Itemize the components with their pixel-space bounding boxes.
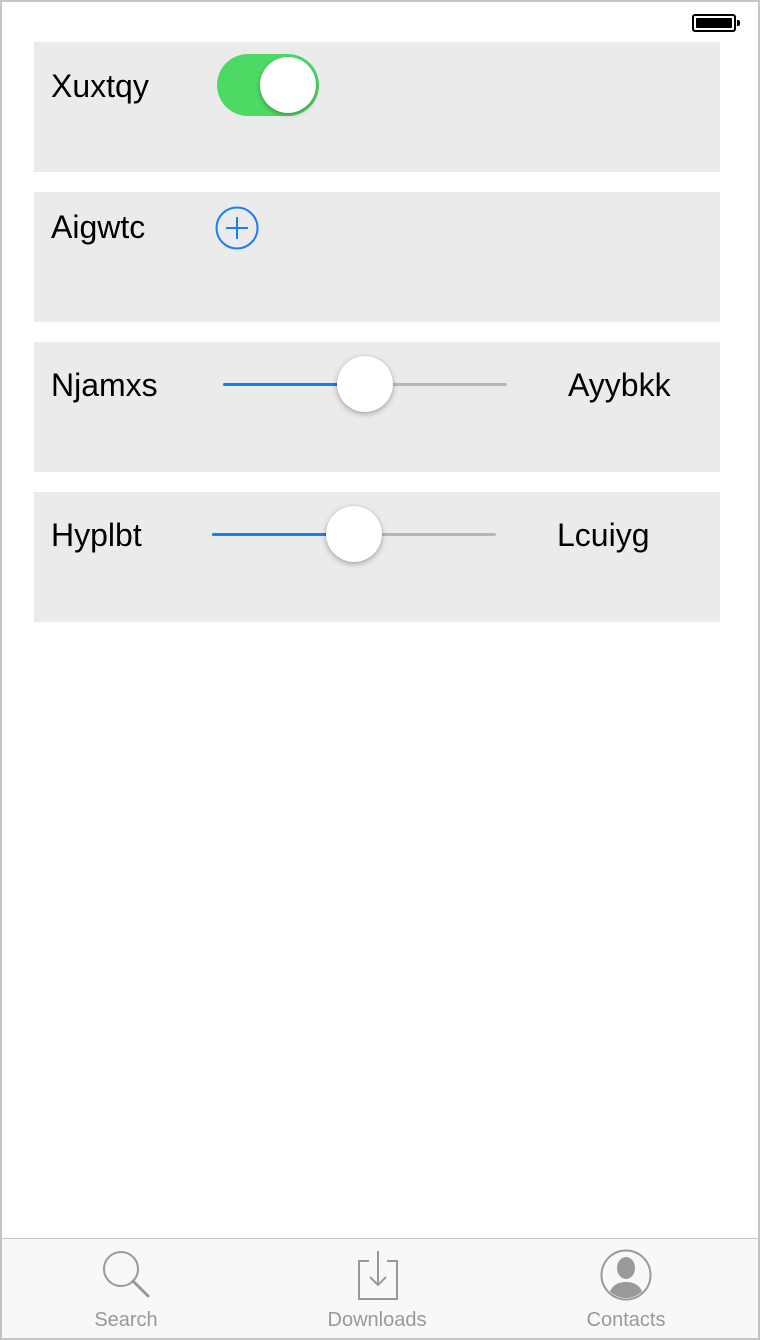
row-add: Aigwtc bbox=[34, 192, 720, 322]
row-toggle: Xuxtqy bbox=[34, 42, 720, 172]
tab-contacts[interactable]: Contacts bbox=[526, 1239, 726, 1338]
row-label: Hyplbt bbox=[51, 517, 142, 553]
tab-downloads[interactable]: Downloads bbox=[277, 1239, 477, 1338]
row-label: Njamxs bbox=[51, 367, 158, 403]
tab-label: Downloads bbox=[327, 1309, 427, 1331]
slider-thumb[interactable] bbox=[326, 506, 382, 562]
contact-icon bbox=[600, 1249, 652, 1301]
tab-bar: Search Downloads Contacts bbox=[2, 1238, 758, 1338]
battery-tip bbox=[737, 20, 740, 26]
tab-label: Search bbox=[94, 1309, 158, 1331]
row-slider-1: Njamxs Ayybkk bbox=[34, 342, 720, 472]
toggle-knob bbox=[260, 57, 316, 113]
row-slider-2: Hyplbt Lcuiyg bbox=[34, 492, 720, 622]
slider-trailing-label: Lcuiyg bbox=[557, 517, 650, 553]
slider-trailing-label: Ayybkk bbox=[568, 367, 671, 403]
plus-circle-icon[interactable] bbox=[215, 206, 259, 250]
battery-level bbox=[696, 18, 732, 28]
row-label: Xuxtqy bbox=[51, 68, 149, 104]
download-icon bbox=[358, 1251, 398, 1300]
row-label: Aigwtc bbox=[51, 209, 146, 245]
search-icon bbox=[103, 1251, 150, 1298]
toggle-switch[interactable] bbox=[217, 54, 319, 116]
tab-search[interactable]: Search bbox=[26, 1239, 226, 1338]
device-frame: Xuxtqy Aigwtc Njamxs Ayybkk Hyplbt Lcuiy bbox=[0, 0, 760, 1340]
slider-thumb[interactable] bbox=[337, 356, 393, 412]
tab-label: Contacts bbox=[586, 1309, 666, 1331]
slider[interactable] bbox=[223, 356, 507, 412]
slider[interactable] bbox=[212, 506, 496, 562]
battery-icon bbox=[692, 14, 740, 32]
